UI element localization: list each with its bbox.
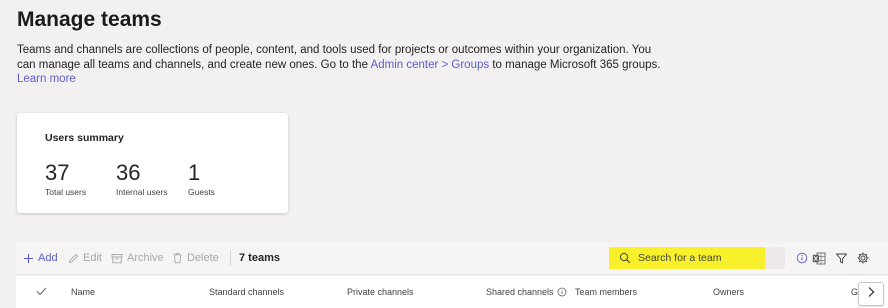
- total-users-stat: 37 Total users: [45, 160, 87, 198]
- select-all-checkbox[interactable]: [36, 276, 47, 308]
- checkmark-icon: [36, 287, 47, 298]
- add-button-label: Add: [38, 252, 58, 264]
- learn-more-link[interactable]: Learn more: [17, 72, 577, 87]
- pencil-icon: [67, 252, 79, 264]
- guests-label: Guests: [188, 187, 215, 197]
- intro-line-2-end: to manage Microsoft 365 groups.: [489, 58, 661, 71]
- search-box[interactable]: [609, 247, 785, 269]
- column-header-name[interactable]: Name: [71, 276, 95, 308]
- info-icon[interactable]: [795, 251, 809, 265]
- delete-button-label: Delete: [187, 252, 219, 264]
- column-header-standard-channels[interactable]: Standard channels: [209, 276, 284, 308]
- archive-icon: [111, 252, 123, 264]
- column-header-owners[interactable]: Owners: [713, 276, 744, 308]
- archive-button-label: Archive: [127, 252, 164, 264]
- trash-icon: [171, 252, 183, 264]
- intro-line-2: can manage all teams and channels, and c…: [17, 58, 660, 73]
- internal-users-stat: 36 Internal users: [116, 160, 168, 198]
- chevron-right-icon: [867, 285, 875, 303]
- total-users-value: 37: [45, 160, 70, 185]
- edit-button[interactable]: Edit: [67, 242, 102, 274]
- gear-icon[interactable]: [856, 251, 870, 265]
- page-title: Manage teams: [17, 8, 162, 31]
- search-inner: [619, 247, 758, 269]
- internal-users-label: Internal users: [116, 187, 168, 197]
- admin-center-groups-link[interactable]: Admin center > Groups: [371, 59, 490, 71]
- scroll-right-button[interactable]: [858, 282, 884, 306]
- edit-button-label: Edit: [83, 252, 102, 264]
- toolbar-divider: [230, 250, 231, 266]
- search-input[interactable]: [638, 252, 758, 264]
- archive-button[interactable]: Archive: [111, 242, 164, 274]
- shared-channels-label: Shared channels: [486, 287, 554, 297]
- team-count: 7 teams: [239, 252, 280, 264]
- column-header-team-members[interactable]: Team members: [575, 276, 637, 308]
- delete-button[interactable]: Delete: [171, 242, 219, 274]
- internal-users-value: 36: [116, 160, 141, 185]
- intro-line-1: Teams and channels are collections of pe…: [17, 44, 652, 56]
- filter-icon[interactable]: [834, 251, 848, 265]
- guests-stat: 1 Guests: [188, 160, 215, 198]
- page-description: Teams and channels are collections of pe…: [17, 43, 660, 87]
- search-icon: [619, 252, 631, 264]
- excel-export-icon[interactable]: [812, 251, 826, 265]
- intro-line-2-start: can manage all teams and channels, and c…: [17, 58, 371, 71]
- info-icon[interactable]: [557, 287, 567, 297]
- plus-icon: [22, 252, 34, 264]
- teams-toolbar: Add Edit Archive Delete 7 teams: [16, 242, 888, 275]
- guests-value: 1: [188, 160, 201, 185]
- add-button[interactable]: Add: [22, 242, 58, 274]
- column-header-groups-truncated[interactable]: G: [851, 276, 858, 308]
- total-users-label: Total users: [45, 187, 87, 197]
- column-header-private-channels[interactable]: Private channels: [347, 276, 414, 308]
- users-summary-title: Users summary: [45, 132, 124, 144]
- column-header-shared-channels[interactable]: Shared channels: [486, 276, 567, 308]
- teams-table-header: Name Standard channels Private channels …: [16, 276, 888, 308]
- users-summary-card: Users summary 37 Total users 36 Internal…: [17, 113, 288, 213]
